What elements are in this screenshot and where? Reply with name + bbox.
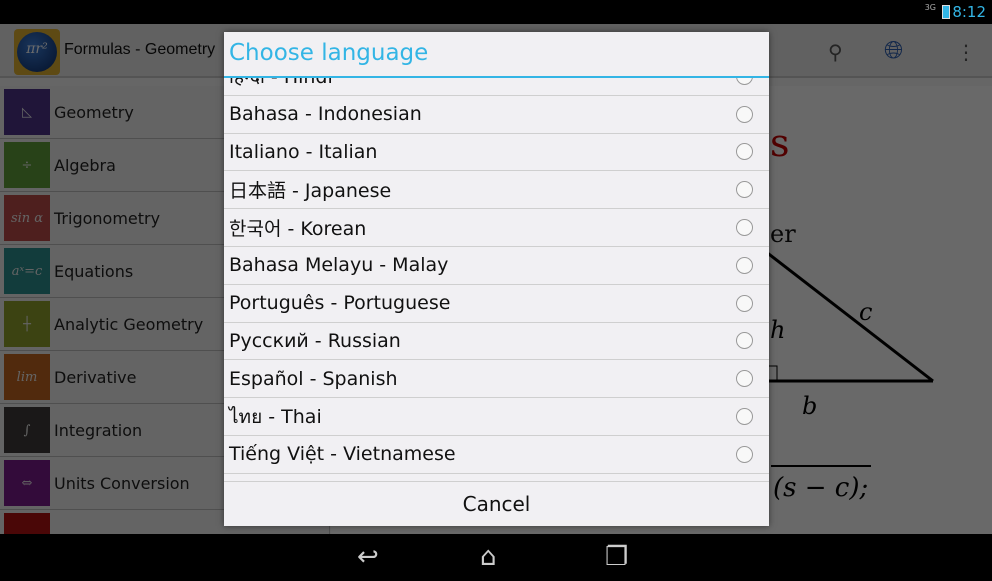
- language-option[interactable]: Italiano - Italian: [224, 134, 769, 172]
- network-indicator: 3G: [924, 3, 936, 12]
- sidebar-item-label: Derivative: [54, 367, 137, 387]
- radio-button[interactable]: [736, 78, 753, 85]
- sidebar-item-label: Equations: [54, 261, 134, 281]
- radio-button[interactable]: [736, 445, 753, 463]
- language-option[interactable]: Bahasa - Indonesian: [224, 96, 769, 134]
- language-option[interactable]: Tiếng Việt - Vietnamese: [224, 436, 769, 474]
- radio-button[interactable]: [736, 143, 753, 161]
- label-c: c: [859, 298, 872, 326]
- language-label: Bahasa Melayu - Malay: [229, 254, 449, 277]
- radio-button[interactable]: [736, 105, 753, 123]
- language-label: Italiano - Italian: [229, 140, 378, 163]
- formula-fragment: (s − c);: [773, 473, 868, 503]
- axes-icon: ┼: [4, 301, 50, 347]
- radio-button[interactable]: [736, 408, 753, 426]
- sin-icon: sin α: [4, 195, 50, 241]
- cancel-button[interactable]: Cancel: [224, 481, 769, 526]
- language-option[interactable]: ไทย - Thai: [224, 398, 769, 436]
- double-arrow-icon: ⇔: [4, 460, 50, 506]
- language-option[interactable]: हिन्दी - Hindi: [224, 78, 769, 96]
- app-title: Formulas - Geometry: [64, 41, 216, 58]
- sidebar-item-label: Analytic Geometry: [54, 314, 204, 334]
- text-fragment: er: [770, 220, 796, 248]
- language-option[interactable]: Русский - Russian: [224, 323, 769, 361]
- language-label: Русский - Russian: [229, 329, 401, 352]
- battery-icon: [942, 5, 950, 19]
- label-b: b: [802, 392, 817, 420]
- language-option[interactable]: Bahasa Melayu - Malay: [224, 247, 769, 285]
- search-icon[interactable]: ⚲: [828, 40, 843, 64]
- sidebar-item-label: Units Conversion: [54, 473, 190, 493]
- language-option[interactable]: Español - Spanish: [224, 360, 769, 399]
- label-h: h: [770, 316, 785, 344]
- language-label: ไทย - Thai: [229, 405, 322, 428]
- home-icon[interactable]: ⌂: [480, 542, 497, 572]
- globe-icon[interactable]: 🌐︎: [884, 36, 903, 64]
- triangle-hypotenuse: [760, 246, 934, 383]
- language-label: Español - Spanish: [229, 367, 398, 390]
- language-option[interactable]: 日本語 - Japanese: [224, 171, 769, 210]
- radio-button[interactable]: [736, 370, 753, 388]
- sidebar-item-label: Integration: [54, 420, 143, 440]
- radio-button[interactable]: [736, 294, 753, 312]
- unknown-icon: [4, 513, 50, 534]
- language-label: Tiếng Việt - Vietnamese: [229, 443, 456, 466]
- limit-icon: lim: [4, 354, 50, 400]
- language-label: हिन्दी - Hindi: [229, 78, 333, 89]
- recent-apps-icon[interactable]: ❐: [605, 542, 628, 572]
- language-label: 한국어 - Korean: [229, 218, 367, 241]
- language-option[interactable]: 한국어 - Korean: [224, 209, 769, 247]
- triangle-icon: ◺: [4, 89, 50, 135]
- radio-button[interactable]: [736, 219, 753, 237]
- radio-button[interactable]: [736, 332, 753, 350]
- choose-language-dialog: Choose language हिन्दी - Hindi Bahasa - I…: [224, 32, 769, 526]
- language-list[interactable]: हिन्दी - Hindi Bahasa - Indonesian Italian…: [224, 78, 769, 514]
- language-label: 日本語 - Japanese: [229, 180, 392, 203]
- language-label: Português - Portuguese: [229, 292, 451, 315]
- language-label: Bahasa - Indonesian: [229, 103, 422, 126]
- equation-icon: aˣ=c: [4, 248, 50, 294]
- divide-icon: ÷: [4, 142, 50, 188]
- app-logo-text: πr²: [17, 32, 57, 72]
- back-icon[interactable]: ↩: [357, 542, 379, 572]
- heading-fragment: s: [770, 121, 790, 165]
- radio-button[interactable]: [736, 181, 753, 199]
- sidebar-item-label: Algebra: [54, 155, 116, 175]
- language-option[interactable]: Português - Portuguese: [224, 285, 769, 323]
- app-logo[interactable]: πr²: [14, 29, 60, 75]
- navigation-bar: ↩ ⌂ ❐: [0, 534, 992, 581]
- radio-button[interactable]: [736, 256, 753, 274]
- clock: 8:12: [952, 3, 986, 21]
- overflow-menu-icon[interactable]: ⋮: [956, 40, 976, 64]
- dialog-title: Choose language: [224, 32, 769, 78]
- status-bar: 3G 8:12: [0, 0, 992, 24]
- integral-icon: ∫: [4, 407, 50, 453]
- sidebar-item-label: Trigonometry: [54, 208, 161, 228]
- sidebar-item-label: Geometry: [54, 102, 134, 122]
